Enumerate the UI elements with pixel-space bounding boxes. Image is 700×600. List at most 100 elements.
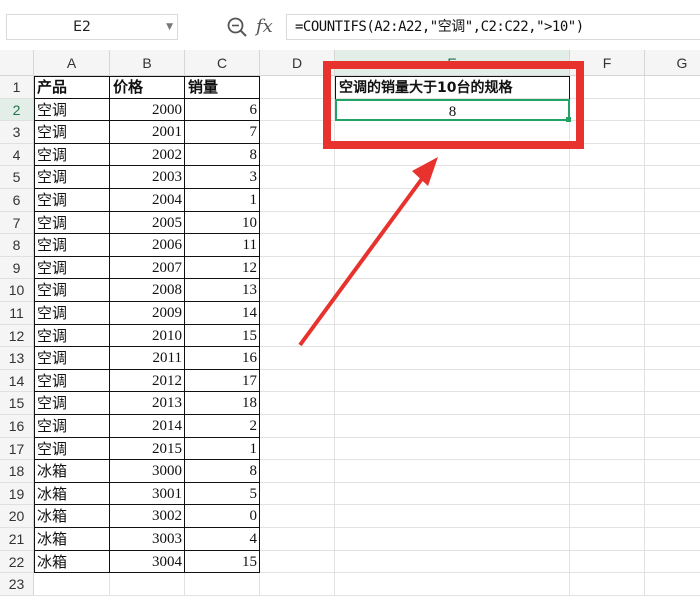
row-header-9[interactable]: 9 bbox=[0, 256, 34, 280]
price-cell[interactable]: 3004 bbox=[110, 551, 185, 574]
row-header-19[interactable]: 19 bbox=[0, 482, 34, 506]
row-header-21[interactable]: 21 bbox=[0, 528, 34, 551]
row-header-2[interactable]: 2 bbox=[0, 98, 34, 122]
product-cell[interactable]: 空调 bbox=[34, 189, 110, 212]
price-cell[interactable]: 2000 bbox=[110, 99, 185, 122]
price-cell[interactable]: 2010 bbox=[110, 325, 185, 348]
sales-cell[interactable]: 14 bbox=[185, 302, 260, 325]
product-cell[interactable]: 空调 bbox=[34, 415, 110, 438]
product-cell[interactable]: 空调 bbox=[34, 392, 110, 415]
row-header-11[interactable]: 11 bbox=[0, 302, 34, 325]
column-header-f[interactable]: F bbox=[570, 50, 645, 76]
price-cell[interactable]: 3001 bbox=[110, 483, 185, 506]
sales-cell[interactable]: 11 bbox=[185, 234, 260, 257]
product-cell[interactable]: 空调 bbox=[34, 438, 110, 461]
sales-cell[interactable]: 18 bbox=[185, 392, 260, 415]
product-cell[interactable]: 冰箱 bbox=[34, 505, 110, 528]
sales-cell[interactable]: 8 bbox=[185, 460, 260, 483]
product-cell[interactable]: 空调 bbox=[34, 257, 110, 280]
row-header-20[interactable]: 20 bbox=[0, 505, 34, 528]
price-cell[interactable]: 3000 bbox=[110, 460, 185, 483]
select-all-corner[interactable] bbox=[0, 50, 34, 76]
sales-cell[interactable]: 2 bbox=[185, 415, 260, 438]
row-header-8[interactable]: 8 bbox=[0, 234, 34, 257]
row-header-7[interactable]: 7 bbox=[0, 211, 34, 235]
price-cell[interactable]: 2011 bbox=[110, 347, 185, 370]
product-cell[interactable]: 冰箱 bbox=[34, 460, 110, 483]
chevron-down-icon[interactable]: ▼ bbox=[166, 15, 173, 39]
row-header-17[interactable]: 17 bbox=[0, 437, 34, 461]
row-header-4[interactable]: 4 bbox=[0, 143, 34, 167]
result-value-cell[interactable]: 8 bbox=[335, 98, 570, 122]
product-cell[interactable]: 空调 bbox=[34, 121, 110, 144]
sales-cell[interactable]: 3 bbox=[185, 166, 260, 189]
price-cell[interactable]: 2002 bbox=[110, 144, 185, 167]
row-header-18[interactable]: 18 bbox=[0, 460, 34, 483]
column-header-b[interactable]: B bbox=[110, 50, 185, 76]
name-box[interactable]: E2 ▼ bbox=[6, 14, 178, 40]
price-cell[interactable]: 2009 bbox=[110, 302, 185, 325]
product-cell[interactable]: 空调 bbox=[34, 234, 110, 257]
product-cell[interactable]: 空调 bbox=[34, 302, 110, 325]
price-cell[interactable]: 2006 bbox=[110, 234, 185, 257]
formula-input[interactable]: =COUNTIFS(A2:A22,"空调",C2:C22,">10") bbox=[286, 14, 700, 40]
table-header-cell[interactable]: 销量 bbox=[185, 76, 260, 99]
price-cell[interactable]: 2013 bbox=[110, 392, 185, 415]
row-header-10[interactable]: 10 bbox=[0, 279, 34, 302]
product-cell[interactable]: 冰箱 bbox=[34, 551, 110, 574]
product-cell[interactable]: 空调 bbox=[34, 99, 110, 122]
price-cell[interactable]: 2014 bbox=[110, 415, 185, 438]
price-cell[interactable]: 3002 bbox=[110, 505, 185, 528]
column-header-g[interactable]: G bbox=[645, 50, 700, 76]
row-header-14[interactable]: 14 bbox=[0, 369, 34, 393]
product-cell[interactable]: 冰箱 bbox=[34, 483, 110, 506]
product-cell[interactable]: 空调 bbox=[34, 166, 110, 189]
product-cell[interactable]: 冰箱 bbox=[34, 528, 110, 551]
sales-cell[interactable]: 16 bbox=[185, 347, 260, 370]
sales-cell[interactable]: 15 bbox=[185, 325, 260, 348]
price-cell[interactable]: 2008 bbox=[110, 279, 185, 302]
sales-cell[interactable]: 0 bbox=[185, 505, 260, 528]
sales-cell[interactable]: 15 bbox=[185, 551, 260, 574]
sales-cell[interactable]: 10 bbox=[185, 212, 260, 235]
product-cell[interactable]: 空调 bbox=[34, 212, 110, 235]
row-header-12[interactable]: 12 bbox=[0, 324, 34, 348]
product-cell[interactable]: 空调 bbox=[34, 144, 110, 167]
product-cell[interactable]: 空调 bbox=[34, 325, 110, 348]
product-cell[interactable]: 空调 bbox=[34, 347, 110, 370]
price-cell[interactable]: 2007 bbox=[110, 257, 185, 280]
price-cell[interactable]: 3003 bbox=[110, 528, 185, 551]
sales-cell[interactable]: 7 bbox=[185, 121, 260, 144]
product-cell[interactable]: 空调 bbox=[34, 279, 110, 302]
sales-cell[interactable]: 13 bbox=[185, 279, 260, 302]
result-header-cell[interactable]: 空调的销量大于10台的规格 bbox=[335, 76, 570, 99]
row-header-6[interactable]: 6 bbox=[0, 189, 34, 212]
column-header-c[interactable]: C bbox=[185, 50, 260, 76]
price-cell[interactable]: 2005 bbox=[110, 212, 185, 235]
column-header-a[interactable]: A bbox=[34, 50, 110, 76]
zoom-magnifier-icon[interactable] bbox=[226, 16, 250, 38]
sales-cell[interactable]: 1 bbox=[185, 438, 260, 461]
price-cell[interactable]: 2015 bbox=[110, 438, 185, 461]
fx-icon[interactable]: fx bbox=[256, 13, 273, 41]
table-header-cell[interactable]: 价格 bbox=[110, 76, 185, 99]
price-cell[interactable]: 2012 bbox=[110, 370, 185, 393]
row-header-5[interactable]: 5 bbox=[0, 166, 34, 189]
sales-cell[interactable]: 8 bbox=[185, 144, 260, 167]
product-cell[interactable]: 空调 bbox=[34, 370, 110, 393]
sales-cell[interactable]: 1 bbox=[185, 189, 260, 212]
sales-cell[interactable]: 12 bbox=[185, 257, 260, 280]
row-header-16[interactable]: 16 bbox=[0, 415, 34, 438]
fill-handle[interactable] bbox=[566, 117, 571, 123]
price-cell[interactable]: 2003 bbox=[110, 166, 185, 189]
sales-cell[interactable]: 4 bbox=[185, 528, 260, 551]
column-header-d[interactable]: D bbox=[260, 50, 335, 76]
column-header-e[interactable]: E bbox=[335, 50, 570, 76]
table-header-cell[interactable]: 产品 bbox=[34, 76, 110, 99]
row-header-15[interactable]: 15 bbox=[0, 392, 34, 415]
row-header-22[interactable]: 22 bbox=[0, 550, 34, 574]
price-cell[interactable]: 2004 bbox=[110, 189, 185, 212]
price-cell[interactable]: 2001 bbox=[110, 121, 185, 144]
sales-cell[interactable]: 6 bbox=[185, 99, 260, 122]
spreadsheet-grid[interactable]: A B C D E F G 1 2 3 4 5 6 7 8 9 10 11 12 13 14 15 16 17 18 19 20 21… bbox=[0, 50, 700, 600]
